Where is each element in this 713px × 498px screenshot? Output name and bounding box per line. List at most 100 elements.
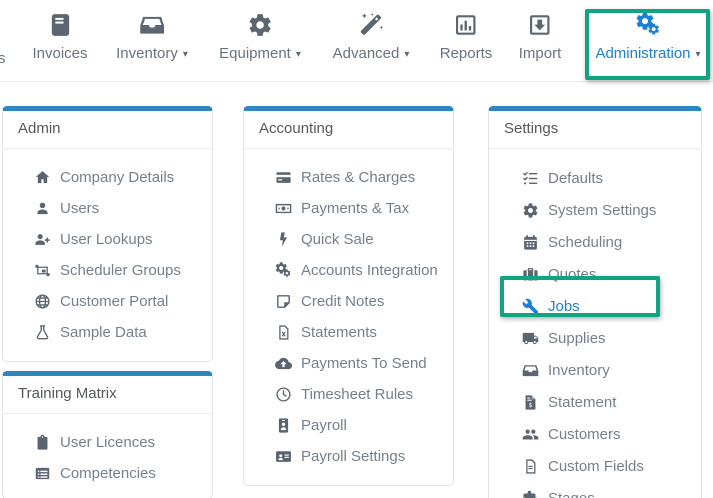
panel-title-accounting: Accounting: [244, 111, 453, 149]
nav-item-label: Equipment: [219, 46, 291, 61]
nav-item-label: Inventory: [116, 46, 178, 61]
panel-title-admin: Admin: [3, 111, 212, 149]
nav-item-label: Advanced: [333, 46, 400, 61]
menu-item-label: Stages: [548, 490, 595, 498]
menu-item-label: Defaults: [548, 170, 603, 187]
menu-item-customer-portal[interactable]: Customer Portal: [3, 286, 212, 317]
menu-item-label: System Settings: [548, 202, 656, 219]
menu-item-inventory[interactable]: Inventory: [489, 354, 701, 386]
menu-item-competencies[interactable]: Competencies: [3, 458, 212, 489]
nav-item-inventory[interactable]: Inventory▾: [116, 12, 188, 61]
nav-item-equipment[interactable]: Equipment ▾: [219, 12, 301, 61]
menu-item-custom-fields[interactable]: Custom Fields: [489, 450, 701, 482]
clipped-nav-item[interactable]: s: [0, 50, 6, 67]
user-plus-icon: [34, 231, 51, 248]
chevron-down-icon: ▾: [404, 50, 409, 60]
menu-item-scheduler-groups[interactable]: Scheduler Groups: [3, 255, 212, 286]
menu-item-payroll-settings[interactable]: Payroll Settings: [244, 441, 453, 472]
menu-item-payroll[interactable]: Payroll: [244, 410, 453, 441]
menu-item-rates-charges[interactable]: Rates & Charges: [244, 162, 453, 193]
file-excel-icon: [275, 324, 292, 341]
tray-icon: [522, 362, 539, 379]
menu-item-accounts-integration[interactable]: Accounts Integration: [244, 255, 453, 286]
wrench-icon: [522, 298, 539, 315]
menu-item-label: Customer Portal: [60, 293, 168, 310]
panel-settings: Settings Defaults System Settings Schedulin…: [488, 106, 702, 498]
credit-card-icon: [275, 169, 292, 186]
menu-item-label: Credit Notes: [301, 293, 384, 310]
globe-icon: [34, 293, 51, 310]
menu-item-payments-to-send[interactable]: Payments To Send: [244, 348, 453, 379]
menu-item-quotes[interactable]: Quotes: [489, 258, 701, 290]
menu-item-label: Payroll: [301, 417, 347, 434]
menu-settings: Defaults System Settings Scheduling Quotes J…: [489, 149, 701, 498]
menu-item-user-licences[interactable]: User Licences: [3, 427, 212, 458]
id-card-icon: [275, 448, 292, 465]
menu-item-quick-sale[interactable]: Quick Sale: [244, 224, 453, 255]
home-icon: [34, 169, 51, 186]
menu-item-sample-data[interactable]: Sample Data: [3, 317, 212, 348]
menu-item-label: Rates & Charges: [301, 169, 415, 186]
nav-item-administration[interactable]: Administration▾: [595, 12, 700, 61]
puzzle-icon: [522, 490, 539, 498]
bolt-icon: [275, 231, 292, 248]
menu-admin: Company Details Users User Lookups Schedule…: [3, 149, 212, 361]
menu-item-company-details[interactable]: Company Details: [3, 162, 212, 193]
menu-item-users[interactable]: Users: [3, 193, 212, 224]
menu-item-label: Accounts Integration: [301, 262, 438, 279]
cloud-upload-icon: [275, 355, 292, 372]
truck-icon: [522, 330, 539, 347]
menu-item-label: Quotes: [548, 266, 596, 283]
top-nav: s Invoices Inventory▾ Equipment ▾ Advanced ▾ R…: [0, 0, 713, 82]
calendar-icon: [522, 234, 539, 251]
nav-item-invoices[interactable]: Invoices: [32, 12, 87, 61]
clipboard-icon: [34, 434, 51, 451]
menu-item-label: Users: [60, 200, 99, 217]
menu-item-label: Timesheet Rules: [301, 386, 413, 403]
nav-item-import[interactable]: Import: [519, 12, 562, 61]
nav-item-label: Invoices: [32, 46, 87, 61]
menu-item-label: Statement: [548, 394, 616, 411]
menu-accounting: Rates & Charges Payments & Tax Quick Sale A…: [244, 149, 453, 485]
list-check-icon: [522, 170, 539, 187]
panel-accounting: Accounting Rates & Charges Payments & Tax Q…: [243, 106, 454, 486]
menu-item-label: Payroll Settings: [301, 448, 405, 465]
chevron-down-icon: ▾: [296, 50, 301, 60]
user-icon: [34, 200, 51, 217]
menu-item-customers[interactable]: Customers: [489, 418, 701, 450]
menu-item-user-lookups[interactable]: User Lookups: [3, 224, 212, 255]
menu-item-stages[interactable]: Stages: [489, 482, 701, 498]
gears-icon: [635, 12, 661, 38]
menu-item-supplies[interactable]: Supplies: [489, 322, 701, 354]
gears-icon: [275, 262, 292, 279]
list-alt-icon: [34, 465, 51, 482]
clock-icon: [275, 386, 292, 403]
menu-item-label: User Lookups: [60, 231, 153, 248]
menu-item-statement[interactable]: Statement: [489, 386, 701, 418]
book-icon: [47, 12, 73, 38]
menu-item-statements[interactable]: Statements: [244, 317, 453, 348]
menu-item-system-settings[interactable]: System Settings: [489, 194, 701, 226]
menu-item-label: Payments To Send: [301, 355, 427, 372]
menu-item-defaults[interactable]: Defaults: [489, 162, 701, 194]
nav-item-advanced[interactable]: Advanced ▾: [333, 12, 410, 61]
menu-item-credit-notes[interactable]: Credit Notes: [244, 286, 453, 317]
menu-item-label: Payments & Tax: [301, 200, 409, 217]
object-group-icon: [34, 262, 51, 279]
money-bill-icon: [275, 200, 292, 217]
nav-item-label: Import: [519, 46, 562, 61]
users-icon: [522, 426, 539, 443]
menu-item-label: Competencies: [60, 465, 156, 482]
panel-title-settings: Settings: [489, 111, 701, 149]
menu-item-jobs[interactable]: Jobs: [489, 290, 701, 322]
menu-item-label: Inventory: [548, 362, 610, 379]
menu-item-label: Scheduler Groups: [60, 262, 181, 279]
menu-item-timesheet-rules[interactable]: Timesheet Rules: [244, 379, 453, 410]
nav-item-label: Administration: [595, 46, 690, 61]
menu-item-label: User Licences: [60, 434, 155, 451]
menu-item-scheduling[interactable]: Scheduling: [489, 226, 701, 258]
nav-item-reports[interactable]: Reports: [440, 12, 493, 61]
menu-item-payments-tax[interactable]: Payments & Tax: [244, 193, 453, 224]
menu-item-label: Sample Data: [60, 324, 147, 341]
menu-item-label: Statements: [301, 324, 377, 341]
